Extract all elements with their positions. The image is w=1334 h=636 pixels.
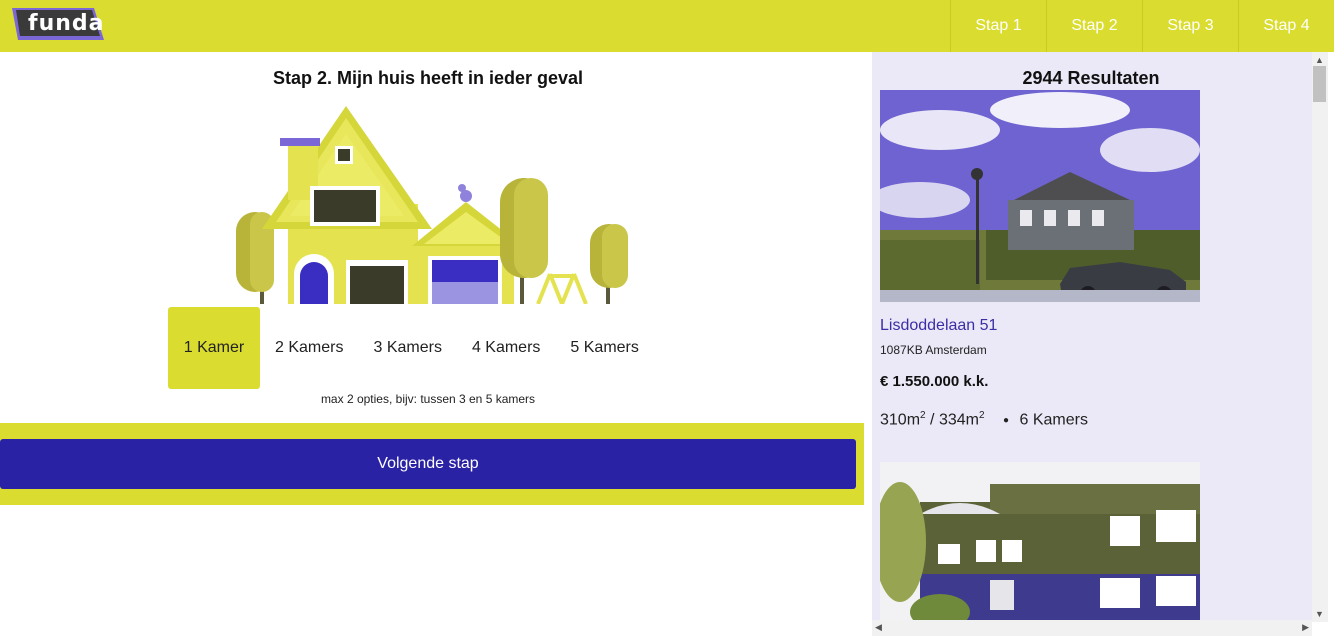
area-separator: / — [930, 411, 935, 429]
listing-city: 1087KB Amsterdam — [880, 343, 987, 357]
main-panel: Stap 2. Mijn huis heeft in ieder geval 1… — [0, 52, 864, 636]
listing-living-area: 310m — [880, 411, 921, 429]
area-unit-sup: 2 — [920, 410, 926, 421]
results-count: 2944 Resultaten — [1022, 68, 1160, 88]
step-nav: Stap 1 Stap 2 Stap 3 Stap 4 — [950, 0, 1334, 52]
kamer-option-4[interactable]: 4 Kamers — [457, 307, 555, 389]
page-title: Stap 2. Mijn huis heeft in ieder geval — [272, 68, 584, 88]
funda-logo[interactable]: funda — [8, 6, 106, 42]
listing-meta: 310m2 / 334m2 ● 6 Kamers — [880, 410, 1088, 429]
tab-stap-3[interactable]: Stap 3 — [1142, 0, 1238, 52]
kamer-option-2[interactable]: 2 Kamers — [260, 307, 358, 389]
next-step-bar: Volgende stap — [0, 423, 864, 505]
listing-street-link[interactable]: Lisdoddelaan 51 — [880, 317, 997, 335]
kamer-option-1[interactable]: 1 Kamer — [168, 307, 260, 389]
area-unit-sup: 2 — [978, 410, 985, 421]
top-bar: funda Stap 1 Stap 2 Stap 3 Stap 4 — [0, 0, 1334, 52]
listing-photo[interactable] — [880, 90, 1200, 302]
listing-plot-area: 334m — [938, 411, 979, 429]
scroll-left-icon[interactable]: ◀ — [875, 622, 882, 633]
results-panel: 2944 Resultaten Lisdoddelaan 51 1087KB A… — [872, 52, 1312, 622]
scroll-right-icon[interactable]: ▶ — [1302, 622, 1309, 633]
listing-photo[interactable] — [880, 462, 1200, 622]
horizontal-scrollbar[interactable]: ◀ ▶ — [872, 620, 1312, 636]
tab-stap-1[interactable]: Stap 1 — [950, 0, 1046, 52]
listing-price: € 1.550.000 k.k. — [880, 373, 989, 390]
bullet-dot-icon: ● — [1003, 414, 1010, 426]
vertical-scrollbar[interactable]: ▲ ▼ — [1312, 52, 1328, 622]
kamer-option-3[interactable]: 3 Kamers — [358, 307, 456, 389]
tab-stap-2[interactable]: Stap 2 — [1046, 0, 1142, 52]
kamer-option-5[interactable]: 5 Kamers — [555, 307, 653, 389]
logo-text: funda — [28, 11, 105, 36]
house-illustration — [236, 106, 628, 304]
kamer-options: 1 Kamer 2 Kamers 3 Kamers 4 Kamers 5 Kam… — [168, 307, 654, 389]
next-step-button[interactable]: Volgende stap — [0, 439, 856, 489]
tab-stap-4[interactable]: Stap 4 — [1238, 0, 1334, 52]
selection-hint: max 2 opties, bijv: tussen 3 en 5 kamers — [320, 392, 536, 406]
listing-rooms: 6 Kamers — [1019, 411, 1088, 429]
scroll-up-icon[interactable]: ▲ — [1315, 55, 1324, 65]
scrollbar-thumb[interactable] — [1313, 66, 1326, 102]
scroll-down-icon[interactable]: ▼ — [1315, 609, 1324, 619]
